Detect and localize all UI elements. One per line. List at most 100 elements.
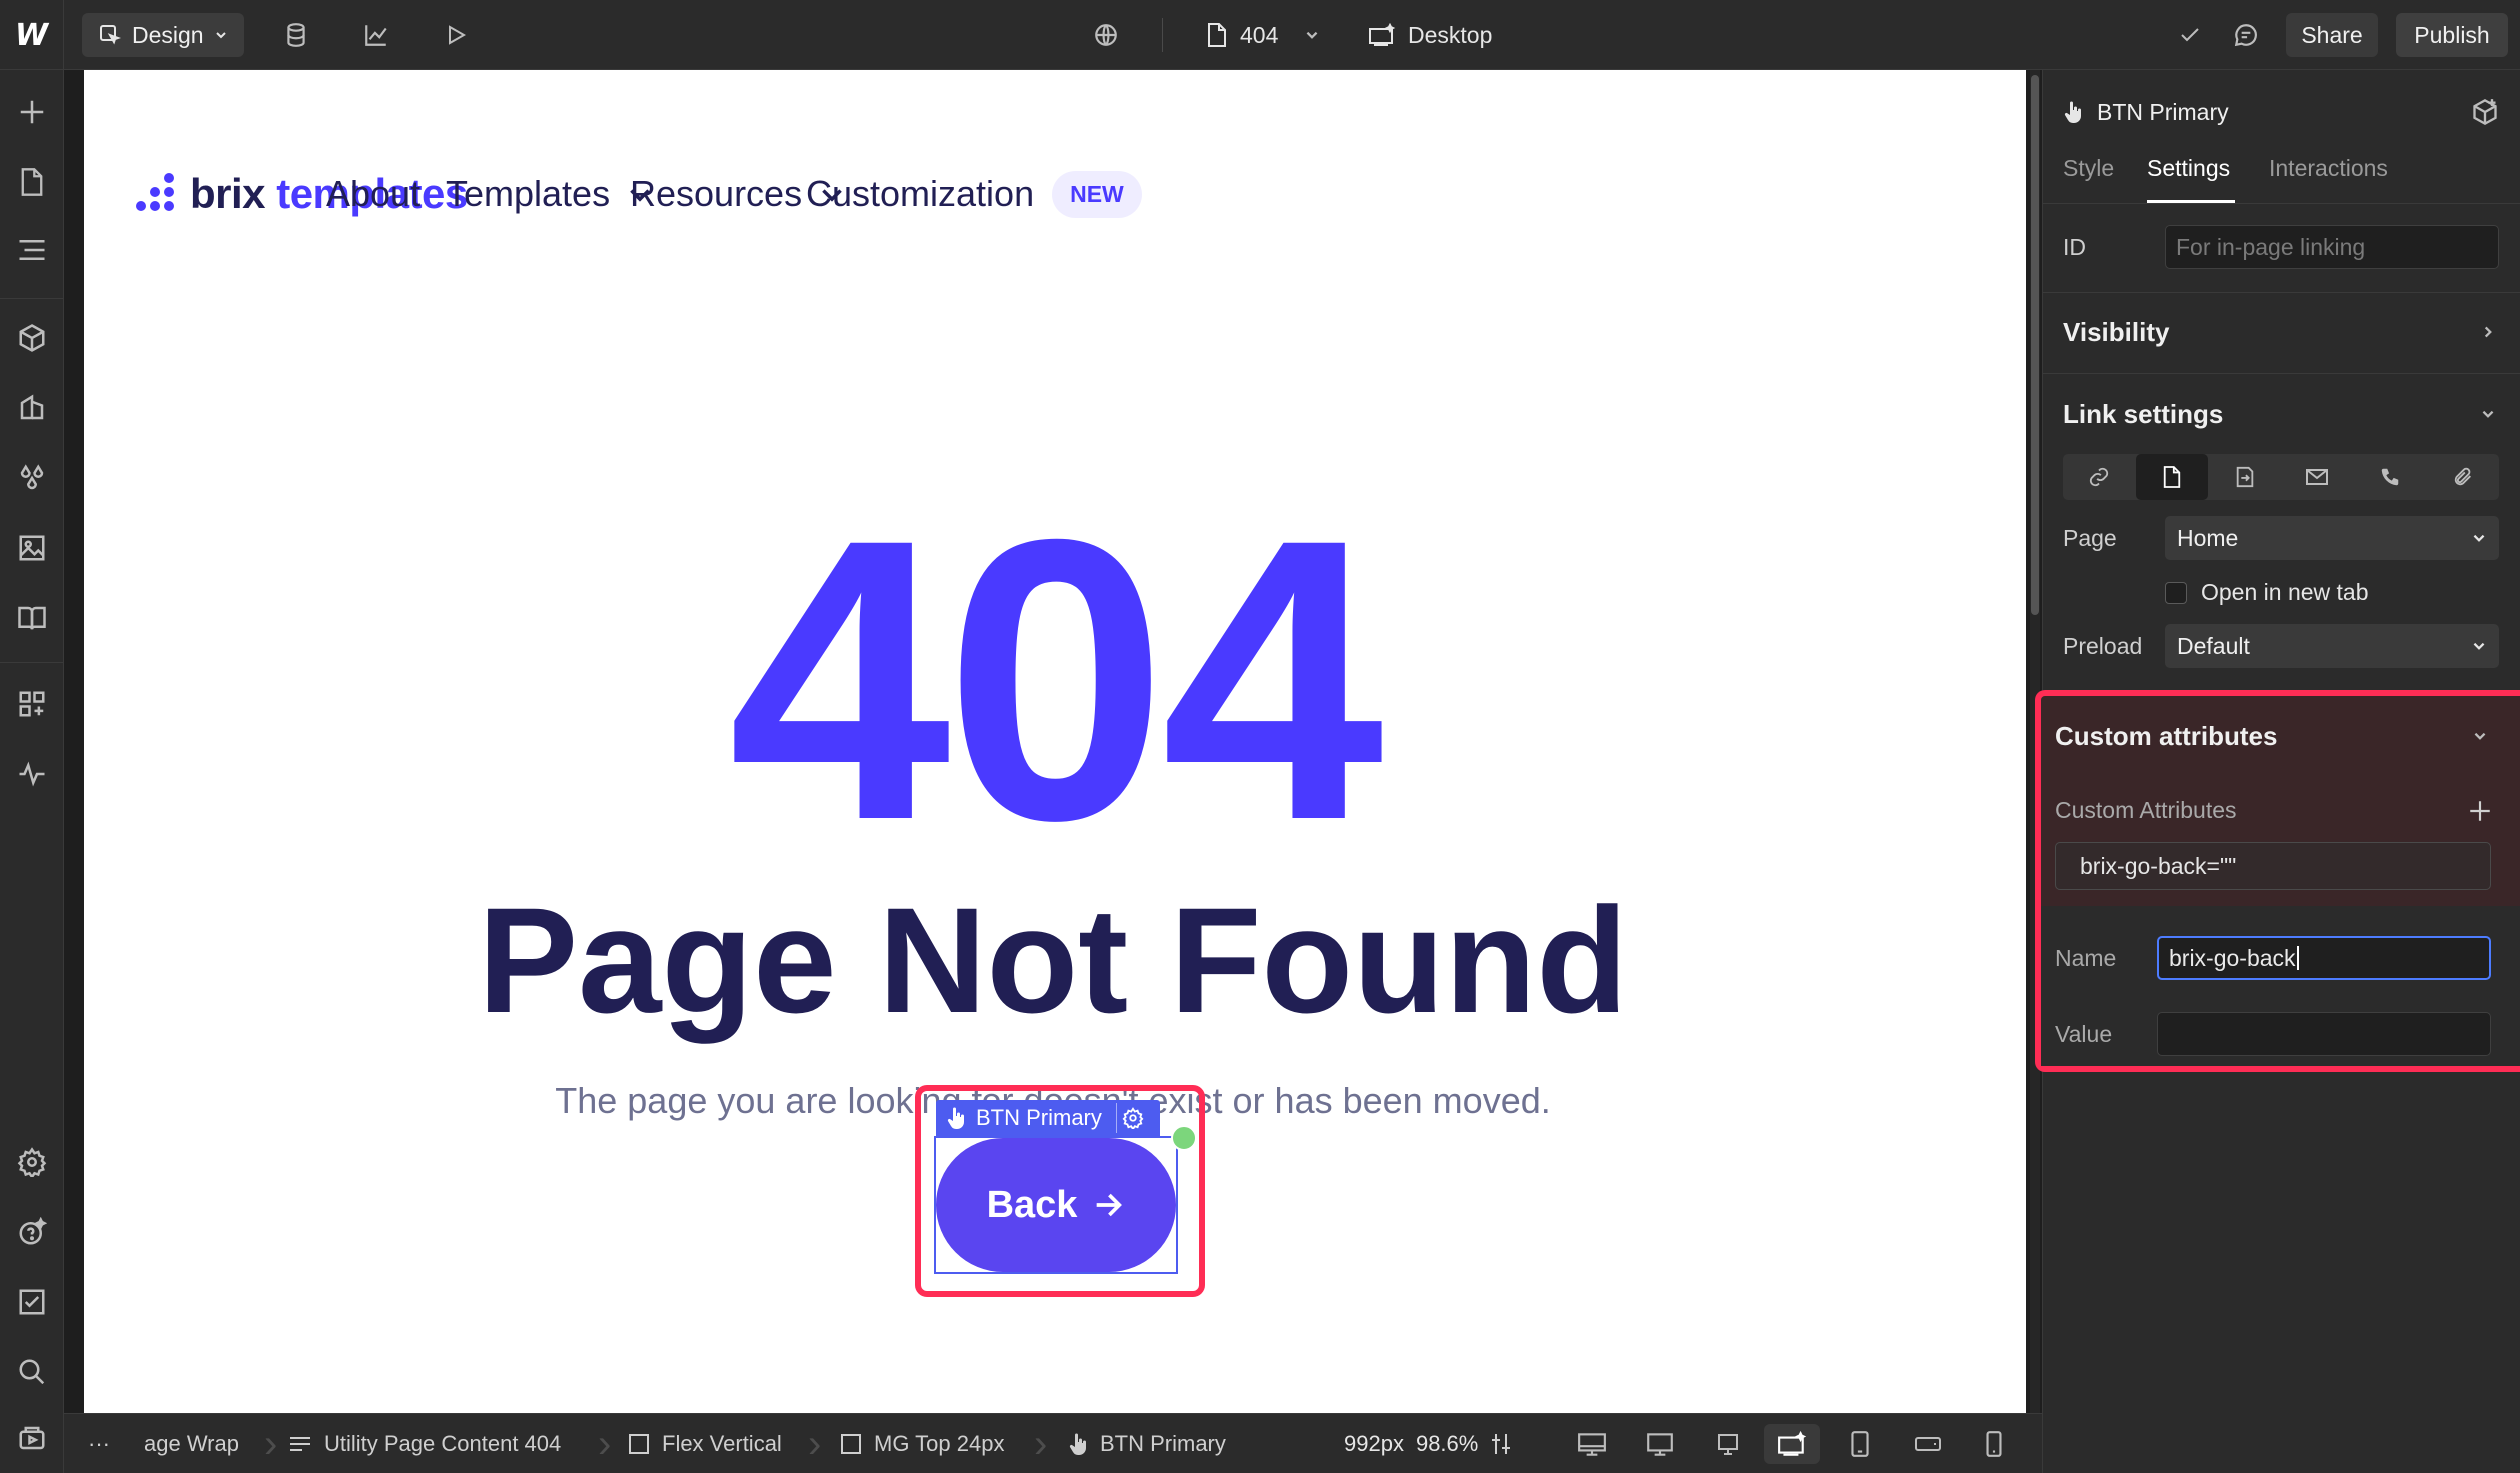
toolbar-divider <box>1162 18 1163 52</box>
back-button-label: Back <box>986 1183 1078 1226</box>
breadcrumb-flex-vertical[interactable]: Flex Vertical <box>628 1414 782 1473</box>
back-button[interactable]: Back <box>936 1138 1176 1272</box>
chevron-down-icon[interactable] <box>2473 399 2503 429</box>
nav-customization-label: Customization <box>806 173 1035 214</box>
div-block-icon <box>841 1434 861 1454</box>
canvas-scrollbar-thumb[interactable] <box>2031 75 2039 615</box>
breakpoint-desktop-1280-icon[interactable] <box>1708 1424 1748 1464</box>
interaction-lightning-icon[interactable] <box>1171 1125 1197 1151</box>
link-section-icon[interactable] <box>2208 454 2281 500</box>
selected-element-header: BTN Primary <box>2063 92 2229 132</box>
selected-element-tag[interactable]: BTN Primary <box>936 1100 1160 1136</box>
custom-attributes-title[interactable]: Custom attributes <box>2055 716 2277 756</box>
preview-play-icon[interactable] <box>436 15 476 55</box>
brix-dots-icon <box>132 171 180 217</box>
link-email-icon[interactable] <box>2281 454 2354 500</box>
variables-drops-icon[interactable] <box>12 458 52 498</box>
visibility-section-title[interactable]: Visibility <box>2063 312 2169 352</box>
add-attribute-plus-icon[interactable] <box>2465 796 2495 826</box>
page-name: 404 <box>1240 21 1279 48</box>
link-settings-section-title[interactable]: Link settings <box>2063 394 2223 434</box>
cms-database-icon[interactable] <box>276 15 316 55</box>
breadcrumb-more[interactable]: ··· <box>88 1414 110 1473</box>
preload-select[interactable]: Default <box>2165 624 2499 668</box>
breadcrumb-label: MG Top 24px <box>874 1431 1005 1456</box>
navigator-icon[interactable] <box>12 230 52 270</box>
id-input[interactable]: For in-page linking <box>2165 225 2499 269</box>
panel-divider <box>2043 292 2520 293</box>
open-new-tab-checkbox[interactable] <box>2165 582 2187 604</box>
breadcrumb-label: Flex Vertical <box>662 1431 782 1456</box>
breakpoint-tablet-icon[interactable] <box>1840 1424 1880 1464</box>
analytics-chart-icon[interactable] <box>356 15 396 55</box>
apps-grid-icon[interactable] <box>12 684 52 724</box>
page-select[interactable]: Home <box>2165 516 2499 560</box>
design-mode-dropdown[interactable]: Design <box>82 13 244 57</box>
breadcrumb-bar: ··· age Wrap › Utility Page Content 404 … <box>64 1413 2042 1473</box>
link-attachment-icon[interactable] <box>2426 454 2499 500</box>
breakpoint-desktop-1440-icon[interactable] <box>1640 1424 1680 1464</box>
help-ai-icon[interactable] <box>12 1212 52 1252</box>
text-caret <box>2296 946 2299 970</box>
globe-icon[interactable] <box>1086 15 1126 55</box>
canvas-size-readout[interactable]: 992px 98.6% <box>1344 1414 1512 1473</box>
tab-settings[interactable]: Settings <box>2147 148 2230 188</box>
breakpoint-desktop-base-icon[interactable] <box>1764 1424 1820 1464</box>
breadcrumb-utility-page-content[interactable]: Utility Page Content 404 <box>288 1414 561 1473</box>
page-label: Page <box>2063 524 2117 551</box>
tab-interactions[interactable]: Interactions <box>2269 148 2388 188</box>
error-code-heading: 404 <box>728 456 1383 903</box>
video-tutorials-icon[interactable] <box>12 1418 52 1458</box>
attribute-name-input[interactable]: brix-go-back <box>2157 936 2491 980</box>
attribute-value-input[interactable] <box>2157 1012 2491 1056</box>
style-selectors-icon[interactable] <box>12 388 52 428</box>
publish-button[interactable]: Publish <box>2396 13 2508 57</box>
selected-element-name: BTN Primary <box>2097 98 2229 125</box>
custom-attribute-entry[interactable]: brix-go-back="" <box>2055 842 2491 890</box>
breadcrumb-page-wrap[interactable]: age Wrap <box>144 1414 239 1473</box>
link-url-icon[interactable] <box>2063 454 2136 500</box>
nav-about[interactable]: About <box>326 164 420 224</box>
cms-book-icon[interactable] <box>12 598 52 638</box>
link-phone-icon[interactable] <box>2354 454 2427 500</box>
checkmark-icon[interactable] <box>2170 15 2210 55</box>
audit-pulse-icon[interactable] <box>12 754 52 794</box>
nav-resources-label: Resources <box>630 173 803 214</box>
design-mode-label: Design <box>132 21 204 48</box>
webflow-logo-icon[interactable]: W <box>0 0 64 70</box>
page-selector[interactable]: 404 <box>1206 0 1320 70</box>
create-component-icon[interactable] <box>2467 94 2503 130</box>
logo-brix-text: brix <box>190 170 266 217</box>
page-canvas[interactable]: brix templates About Templates Resources… <box>84 70 2026 1413</box>
breakpoint-large-desktop-icon[interactable] <box>1572 1424 1612 1464</box>
hand-pointer-icon <box>1069 1433 1086 1455</box>
breakpoint-selector[interactable]: Desktop <box>1368 0 1492 70</box>
nav-customization[interactable]: Customization NEW <box>806 164 1142 224</box>
chevron-down-icon[interactable] <box>2465 721 2495 751</box>
chevron-right-icon[interactable] <box>2473 317 2503 347</box>
settings-gear-icon[interactable] <box>12 1142 52 1182</box>
nav-about-label: About <box>326 173 421 214</box>
assets-image-icon[interactable] <box>12 528 52 568</box>
add-element-icon[interactable] <box>12 92 52 132</box>
tab-style[interactable]: Style <box>2063 148 2114 188</box>
desktop-breakpoint-icon <box>1369 23 1396 46</box>
link-type-segmented-control <box>2063 454 2499 500</box>
element-settings-gear-icon[interactable] <box>1115 1103 1150 1133</box>
search-icon[interactable] <box>12 1352 52 1392</box>
breakpoint-mobile-portrait-icon[interactable] <box>1974 1424 2014 1464</box>
link-page-icon[interactable] <box>2135 454 2209 500</box>
breadcrumb-mg-top[interactable]: MG Top 24px <box>840 1414 1004 1473</box>
comments-icon[interactable] <box>2226 15 2266 55</box>
nav-templates[interactable]: Templates <box>446 164 652 224</box>
page-select-value: Home <box>2177 524 2239 551</box>
breakpoint-label: Desktop <box>1408 21 1493 48</box>
left-tool-rail <box>0 70 64 1473</box>
breakpoint-mobile-landscape-icon[interactable] <box>1908 1424 1948 1464</box>
share-button[interactable]: Share <box>2286 13 2378 57</box>
rail-divider <box>0 298 64 299</box>
components-icon[interactable] <box>12 318 52 358</box>
breadcrumb-btn-primary[interactable]: BTN Primary <box>1068 1414 1226 1473</box>
pages-icon[interactable] <box>12 162 52 202</box>
checklist-icon[interactable] <box>12 1282 52 1322</box>
